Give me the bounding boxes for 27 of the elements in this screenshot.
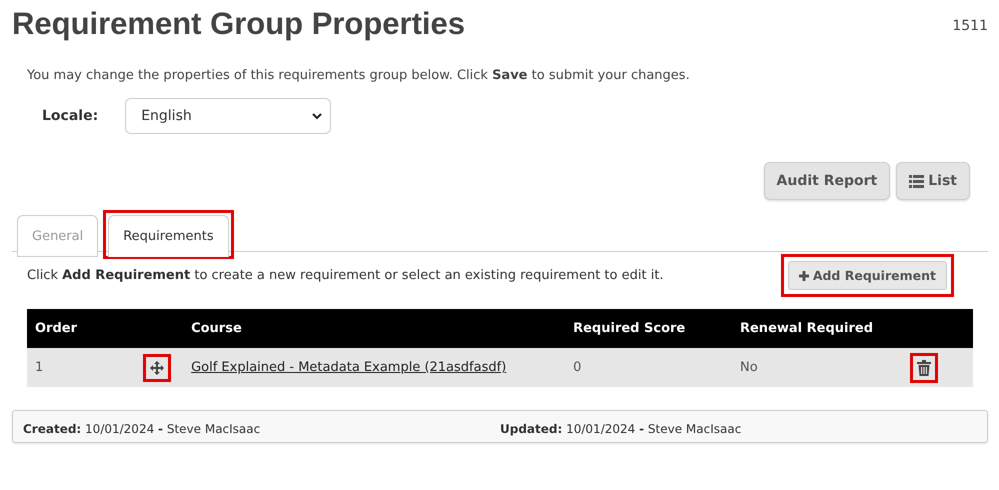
add-requirement-button[interactable]: Add Requirement	[788, 261, 947, 290]
column-header: Course	[183, 309, 566, 348]
created-text: Created: 10/01/2024 - Steve MacIsaac	[23, 422, 262, 436]
list-button[interactable]: List	[896, 162, 970, 200]
updated-text: Updated: 10/01/2024 - Steve MacIsaac	[500, 422, 742, 436]
column-header: Renewal Required	[732, 309, 910, 348]
record-id: 1511	[952, 18, 988, 34]
page-title: Requirement Group Properties	[12, 6, 466, 42]
move-handle[interactable]	[150, 360, 164, 374]
list-icon	[909, 174, 924, 188]
delete-button[interactable]	[916, 360, 931, 376]
locale-label: Locale:	[42, 108, 98, 124]
course-link[interactable]: Golf Explained - Metadata Example (21asdfasdf)	[191, 360, 506, 375]
chevron-icon	[312, 112, 322, 120]
plus-icon	[798, 270, 809, 280]
move-icon	[150, 360, 164, 374]
intro-text: You may change the properties of this requirements group below. Click Save to submit your changes.	[27, 68, 691, 83]
table-cell: No	[732, 348, 910, 387]
table-cell: 0	[565, 348, 732, 387]
column-header: Order	[27, 309, 144, 348]
column-header: Required Score	[565, 309, 732, 348]
instruction-text: Click Add Requirement to create a new requirement or select an existing requirement to edit it.	[27, 268, 664, 283]
report-button[interactable]: Audit Report	[764, 162, 890, 200]
tab[interactable]: Requirements	[108, 215, 229, 257]
trash-icon	[916, 360, 931, 376]
locale-select[interactable]: English	[125, 98, 332, 134]
table-cell: 1	[27, 348, 144, 387]
